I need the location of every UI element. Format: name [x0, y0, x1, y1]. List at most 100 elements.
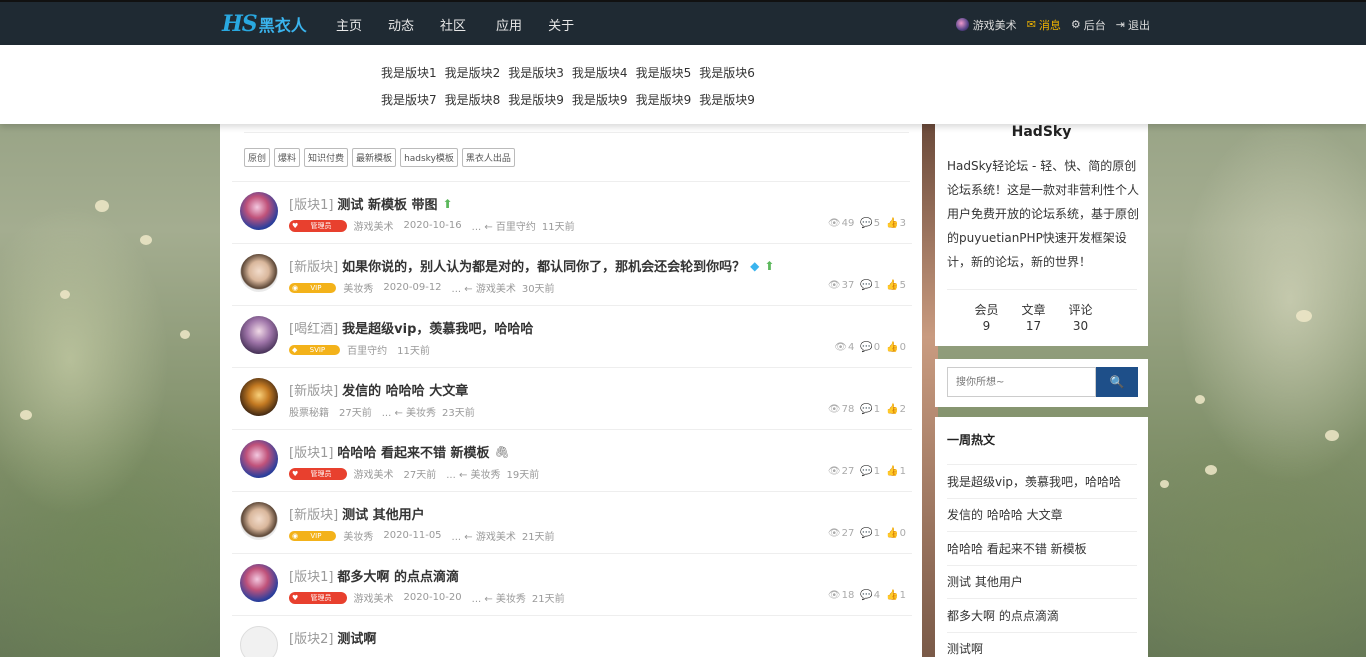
post-title[interactable]: 发信的 哈哈哈 大文章 — [342, 380, 468, 399]
post-last-reply[interactable]: ... ← 百里守约 — [472, 218, 536, 233]
search-input[interactable] — [947, 367, 1096, 397]
stat-articles: 文章 17 — [1010, 302, 1057, 334]
post-reply-age: 11天前 — [397, 346, 430, 357]
author-avatar[interactable] — [240, 626, 278, 657]
post-last-reply[interactable]: ... ← 美妆秀 — [382, 404, 436, 419]
author-avatar[interactable] — [240, 440, 278, 478]
post-board[interactable]: [版块1] — [289, 194, 333, 213]
shield-icon: ♥ — [292, 469, 299, 478]
post-board[interactable]: [版块1] — [289, 566, 333, 585]
hot-post-link[interactable]: 测试 其他用户 — [947, 564, 1137, 599]
post-last-reply[interactable]: ... ← 美妆秀 — [446, 466, 500, 481]
post-reply-age: 23天前 — [442, 408, 475, 419]
board-link[interactable]: 我是版块3 — [508, 64, 564, 81]
post-author[interactable]: 百里守约 — [347, 342, 387, 357]
board-link[interactable]: 我是版块1 — [381, 64, 437, 81]
post-author[interactable]: 游戏美术 — [354, 590, 394, 605]
post-title[interactable]: 如果你说的，别人认为都是对的，都认同你了，那机会还会轮到你吗？ — [342, 256, 745, 275]
admin-link[interactable]: ⚙ 后台 — [1071, 17, 1106, 33]
post-title[interactable]: 测试啊 — [337, 628, 376, 647]
likes-count: 0 — [899, 342, 906, 353]
post-author[interactable]: 美妆秀 — [343, 280, 373, 295]
tag-chip[interactable]: 知识付费 — [304, 148, 349, 167]
user-profile-link[interactable]: 游戏美术 — [955, 17, 1017, 33]
board-link[interactable]: 我是版块6 — [699, 64, 755, 81]
svip-badge: ◆ SVIP — [289, 344, 341, 355]
board-link[interactable]: 我是版块4 — [572, 64, 628, 81]
post-board[interactable]: [新版块] — [289, 380, 338, 399]
author-avatar[interactable] — [240, 378, 278, 416]
author-avatar[interactable] — [240, 254, 278, 292]
likes-count: 0 — [899, 528, 906, 539]
search-button[interactable]: 🔍 — [1096, 367, 1138, 397]
background-flower — [1160, 480, 1169, 488]
author-avatar[interactable] — [240, 192, 278, 230]
post-date: 2020-09-12 — [383, 282, 442, 293]
admin-badge: ♥ 管理员 — [289, 591, 347, 604]
post-stats: 👁 27 💬 1 👍 1 — [822, 466, 906, 477]
tag-chip[interactable]: 原创 — [244, 148, 271, 167]
comment-icon: 💬 — [860, 342, 873, 353]
messages-link[interactable]: ✉ 消息 — [1027, 17, 1061, 33]
badge-label: SVIP — [309, 345, 326, 354]
post-author[interactable]: 美妆秀 — [343, 528, 373, 543]
post-last-reply[interactable]: ... ← 游戏美术 — [452, 280, 516, 295]
post-stats: 👁 37 💬 1 👍 5 — [822, 280, 906, 291]
tag-chip[interactable]: 黑衣人出品 — [461, 148, 515, 167]
board-link[interactable]: 我是版块9 — [508, 91, 564, 108]
post-last-reply[interactable]: ... ← 游戏美术 — [452, 528, 516, 543]
nav-community[interactable]: 社区 — [440, 15, 466, 34]
tag-list: 原创 爆料 知识付费 最新模板 hadsky模板 黑衣人出品 — [244, 148, 519, 167]
nav-about[interactable]: 关于 — [548, 15, 574, 34]
board-link[interactable]: 我是版块7 — [381, 91, 437, 108]
hot-post-link[interactable]: 都多大啊 的点点滴滴 — [947, 598, 1137, 632]
arrow-up-icon: ⬆ — [442, 196, 453, 211]
post-board[interactable]: [新版块] — [289, 504, 338, 523]
thumbs-up-icon: 👍 — [886, 280, 899, 291]
nav-apps[interactable]: 应用 — [496, 15, 522, 34]
admin-label: 后台 — [1083, 18, 1106, 32]
post-title[interactable]: 测试 其他用户 — [342, 504, 425, 523]
post-title[interactable]: 哈哈哈 看起来不错 新模板 — [337, 442, 489, 461]
hot-post-link[interactable]: 发信的 哈哈哈 大文章 — [947, 497, 1137, 532]
post-board[interactable]: [喝红酒] — [289, 318, 338, 337]
logout-link[interactable]: ⇥ 退出 — [1116, 17, 1150, 33]
author-avatar[interactable] — [240, 564, 278, 602]
nav-activity[interactable]: 动态 — [388, 15, 414, 34]
comment-icon: 💬 — [860, 280, 873, 291]
board-link[interactable]: 我是版块9 — [636, 91, 692, 108]
post-author[interactable]: 游戏美术 — [354, 466, 394, 481]
post-title-line: [新版块] 测试 其他用户 — [289, 504, 425, 523]
board-link[interactable]: 我是版块9 — [572, 91, 628, 108]
nav-home[interactable]: 主页 — [336, 15, 362, 34]
post-stats: 👁 18 💬 4 👍 1 — [822, 590, 906, 601]
hot-post-link[interactable]: 测试啊 — [947, 631, 1137, 657]
post-date: 27天前 — [403, 470, 437, 481]
post-board[interactable]: [版块2] — [289, 628, 333, 647]
author-avatar[interactable] — [240, 502, 278, 540]
post-title[interactable]: 都多大啊 的点点滴滴 — [337, 566, 459, 585]
board-link[interactable]: 我是版块5 — [636, 64, 692, 81]
site-description: HadSky轻论坛 - 轻、快、简的原创论坛系统！这是一款对非营利性个人用户免费… — [947, 159, 1140, 269]
post-board[interactable]: [新版块] — [289, 256, 338, 275]
tag-chip[interactable]: 爆料 — [274, 148, 301, 167]
board-link[interactable]: 我是版块9 — [699, 91, 755, 108]
tag-chip[interactable]: hadsky模板 — [400, 148, 458, 167]
hot-post-link[interactable]: 我是超级vip，羡慕我吧，哈哈哈 — [947, 464, 1137, 498]
post-board[interactable]: [版块1] — [289, 442, 333, 461]
post-author[interactable]: 游戏美术 — [354, 218, 394, 233]
eye-icon: 👁 — [827, 528, 841, 539]
post-last-reply[interactable]: ... ← 美妆秀 — [472, 590, 526, 605]
hot-post-link[interactable]: 哈哈哈 看起来不错 新模板 — [947, 531, 1137, 565]
board-link[interactable]: 我是版块8 — [445, 91, 501, 108]
author-avatar[interactable] — [240, 316, 278, 354]
board-link[interactable]: 我是版块2 — [445, 64, 501, 81]
tag-chip[interactable]: 最新模板 — [352, 148, 397, 167]
post-author[interactable]: 股票秘籍 — [289, 404, 329, 419]
weekly-hot-list: 我是超级vip，羡慕我吧，哈哈哈 发信的 哈哈哈 大文章 哈哈哈 看起来不错 新… — [947, 464, 1137, 657]
post-title[interactable]: 我是超级vip，羡慕我吧，哈哈哈 — [342, 318, 533, 337]
post-title[interactable]: 测试 新模板 带图 — [337, 194, 437, 213]
post-title-line: [版块1] 都多大啊 的点点滴滴 — [289, 566, 459, 585]
site-logo[interactable]: HS 黑衣人 — [222, 10, 307, 38]
background-flower — [60, 290, 70, 299]
